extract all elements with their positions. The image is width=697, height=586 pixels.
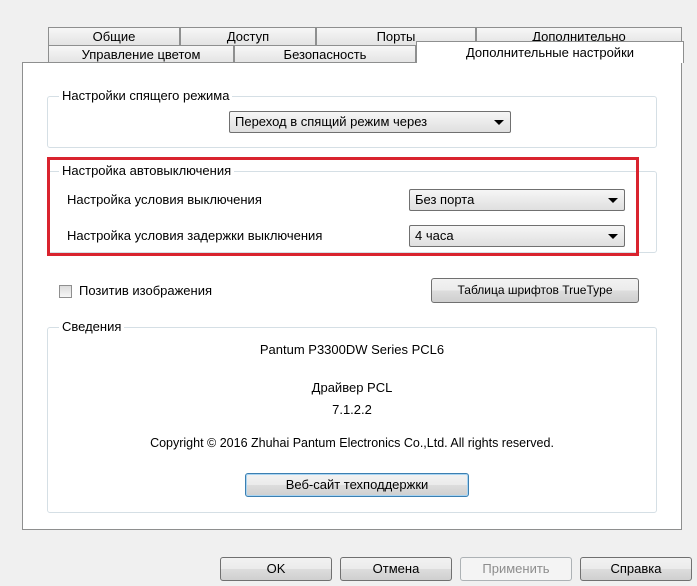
tab-additional-settings[interactable]: Дополнительные настройки <box>416 41 684 63</box>
sleep-mode-dropdown[interactable]: Переход в спящий режим через <box>229 111 511 133</box>
info-label: Сведения <box>59 319 125 334</box>
image-positive-checkbox[interactable] <box>59 285 72 298</box>
sleep-settings-label: Настройки спящего режима <box>59 88 233 103</box>
truetype-font-table-button[interactable]: Таблица шрифтов TrueType <box>431 278 639 303</box>
cancel-button[interactable]: Отмена <box>340 557 452 581</box>
driver-version: 7.1.2.2 <box>332 402 372 417</box>
settings-panel: Настройки спящего режима Переход в спящи… <box>22 62 682 530</box>
tab-security[interactable]: Безопасность <box>234 45 416 63</box>
copyright-text: Copyright © 2016 Zhuhai Pantum Electroni… <box>150 436 554 450</box>
tab-sharing[interactable]: Доступ <box>180 27 316 45</box>
support-website-button[interactable]: Веб-сайт техподдержки <box>245 473 469 497</box>
apply-button[interactable]: Применить <box>460 557 572 581</box>
chevron-down-icon <box>494 120 504 125</box>
image-positive-label[interactable]: Позитив изображения <box>79 283 212 298</box>
tab-color-management[interactable]: Управление цветом <box>48 45 234 63</box>
highlight-box <box>47 157 639 256</box>
driver-name: Драйвер PCL <box>311 380 393 395</box>
sleep-mode-value: Переход в спящий режим через <box>235 114 428 129</box>
help-button[interactable]: Справка <box>580 557 692 581</box>
model-name: Pantum P3300DW Series PCL6 <box>259 342 445 357</box>
ok-button[interactable]: OK <box>220 557 332 581</box>
tab-general[interactable]: Общие <box>48 27 180 45</box>
